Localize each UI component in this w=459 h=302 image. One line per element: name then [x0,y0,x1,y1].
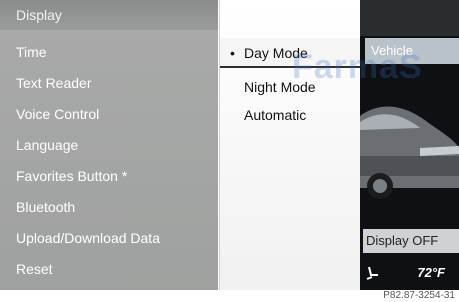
watermark: FarmaS [292,48,423,86]
display-preview-panel: Vehicle Display OFF 72°F [360,0,459,290]
menu-item-time[interactable]: Time [0,37,218,68]
menu-item-language[interactable]: Language [0,130,218,161]
car-icon [360,106,459,199]
status-bar: 72°F [360,256,459,290]
menu-header-display[interactable]: Display [0,0,218,30]
temperature-readout: 72°F [417,265,445,280]
preview-top-bar [360,0,459,36]
figure-code: P82.87-3254-31 [383,290,455,301]
menu-item-reset[interactable]: Reset [0,254,218,285]
option-label: Automatic [244,107,307,123]
option-automatic[interactable]: Automatic [220,100,361,130]
menu-item-bluetooth[interactable]: Bluetooth [0,192,218,223]
menu-item-text-reader[interactable]: Text Reader [0,68,218,99]
menu-item-voice-control[interactable]: Voice Control [0,99,218,130]
selected-bullet-icon: • [230,45,235,61]
display-off-button[interactable]: Display OFF [363,229,459,253]
display-submenu: • Day Mode Night Mode Automatic [219,0,361,290]
seat-heating-icon [366,266,378,280]
menu-item-favorites-button[interactable]: Favorites Button * [0,161,218,192]
settings-menu: Display Time Text Reader Voice Control L… [0,0,218,290]
menu-item-upload-download-data[interactable]: Upload/Download Data [0,223,218,254]
